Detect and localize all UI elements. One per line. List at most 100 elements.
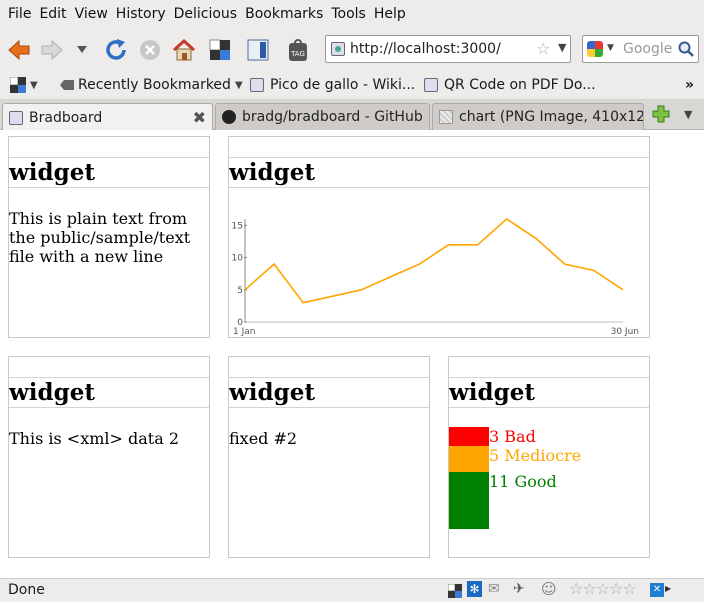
- history-dropdown[interactable]: [72, 36, 92, 64]
- face-icon[interactable]: ☺: [541, 580, 557, 598]
- menu-edit[interactable]: Edit: [35, 6, 70, 22]
- y-tick-label: 15: [232, 221, 243, 231]
- status-bar-segment: [449, 472, 489, 530]
- tag-button[interactable]: TAG: [284, 36, 312, 64]
- tab-github[interactable]: bradg/bradboard - GitHub: [215, 103, 430, 130]
- divider: [229, 187, 649, 188]
- snowflake-icon[interactable]: ✻: [467, 581, 482, 597]
- search-input[interactable]: Google: [623, 41, 672, 57]
- widget-title: widget: [449, 379, 535, 406]
- delicious-logo-icon: [209, 39, 230, 60]
- bookmarks-overflow-button[interactable]: »: [685, 77, 694, 93]
- y-axis: 051015: [232, 219, 623, 328]
- home-icon: [172, 38, 196, 61]
- search-box[interactable]: ▼ Google: [582, 35, 699, 63]
- status-bar-segment: [449, 427, 489, 446]
- status-legend: 3 Bad 5 Mediocre 11 Good: [449, 427, 649, 530]
- tag-icon: TAG: [289, 39, 307, 61]
- url-text: http://localhost:3000/: [350, 41, 501, 57]
- bookmark-pico-de-gallo[interactable]: Pico de gallo - Wiki...: [250, 77, 415, 93]
- tab-label: chart (PNG Image, 410x12...: [459, 109, 644, 125]
- delicious-button[interactable]: [206, 36, 234, 64]
- divider: [229, 377, 429, 378]
- menu-view[interactable]: View: [71, 6, 112, 22]
- menu-help[interactable]: Help: [370, 6, 410, 22]
- bookmark-label: Recently Bookmarked: [78, 77, 231, 93]
- status-bar-segment: [449, 446, 489, 472]
- page-icon: [250, 78, 264, 92]
- widget-status: widget 3 Bad 5 Mediocre 11 Good: [448, 356, 650, 558]
- bug-icon[interactable]: ✈: [513, 581, 525, 597]
- divider: [9, 157, 209, 158]
- bookmark-label: Pico de gallo - Wiki...: [270, 77, 416, 93]
- divider: [229, 407, 429, 408]
- plus-icon: [652, 105, 670, 123]
- mail-icon[interactable]: ✉: [488, 581, 500, 597]
- bookmarks-toolbar: ▼ Recently Bookmarked ▼ Pico de gallo - …: [0, 72, 704, 100]
- tab-bar: Bradboard ✖ bradg/bradboard - GitHub cha…: [0, 100, 704, 131]
- home-button[interactable]: [170, 36, 198, 64]
- menu-bar: File Edit View History Delicious Bookmar…: [0, 0, 704, 28]
- delicious-bookmarks-menu[interactable]: ▼: [10, 77, 38, 93]
- status-legend-label: 3 Bad: [489, 427, 536, 446]
- status-bar: Done ✻ ✉ ✈ ☺ ☆☆☆☆☆ ✕ ▶: [0, 578, 704, 602]
- x-axis-labels: 1 Jan 30 Jun: [233, 327, 639, 337]
- tag-small-icon: [60, 80, 74, 90]
- x-tick-label: 30 Jun: [611, 327, 639, 337]
- dropdown-triangle-icon: ▼: [234, 79, 243, 91]
- stop-icon: [140, 40, 160, 60]
- expand-arrow-icon[interactable]: ▶: [665, 584, 671, 593]
- x-tick-label: 1 Jan: [233, 327, 255, 337]
- search-icon[interactable]: [678, 41, 694, 57]
- menu-history[interactable]: History: [112, 6, 170, 22]
- stop-button[interactable]: [136, 36, 164, 64]
- site-icon: [331, 42, 345, 56]
- widget-title: widget: [9, 159, 95, 186]
- line-chart: 051015 1 Jan 30 Jun: [232, 217, 639, 337]
- menu-file[interactable]: File: [4, 6, 35, 22]
- tab-bradboard[interactable]: Bradboard ✖: [2, 103, 213, 131]
- svg-text:TAG: TAG: [290, 50, 305, 58]
- xmarks-icon[interactable]: ✕: [650, 583, 664, 597]
- back-button[interactable]: [5, 36, 33, 64]
- delicious-small-icon: [10, 77, 26, 93]
- tab-label: Bradboard: [29, 109, 103, 126]
- divider: [449, 377, 649, 378]
- divider: [9, 187, 209, 188]
- rating-stars-icon[interactable]: ☆☆☆☆☆: [569, 579, 637, 598]
- close-tab-icon[interactable]: ✖: [193, 108, 206, 127]
- bookmark-sidebar-icon: [247, 39, 269, 61]
- widget-chart: widget 0 5 10 15 1 Jan 30 Jun: [228, 136, 650, 338]
- bookmark-recently-bookmarked[interactable]: Recently Bookmarked ▼: [60, 77, 243, 93]
- reload-button[interactable]: [102, 36, 130, 64]
- tab-chart-png[interactable]: chart (PNG Image, 410x12...: [432, 103, 644, 130]
- forward-button[interactable]: [38, 36, 66, 64]
- delicious-status-icon[interactable]: [448, 584, 462, 598]
- menu-delicious[interactable]: Delicious: [170, 6, 242, 22]
- bookmark-label: QR Code on PDF Do...: [444, 77, 596, 93]
- new-tab-button[interactable]: [652, 105, 670, 123]
- bookmark-sidebar-button[interactable]: [244, 36, 272, 64]
- status-legend-label: 11 Good: [489, 472, 557, 491]
- y-tick-label: 10: [232, 254, 244, 264]
- page-icon: [9, 110, 23, 125]
- widget-text: widget This is plain text from the publi…: [8, 136, 210, 338]
- tab-label: bradg/bradboard - GitHub: [242, 109, 423, 125]
- image-icon: [439, 110, 453, 124]
- menu-tools[interactable]: Tools: [327, 6, 370, 22]
- search-engine-dropdown-icon[interactable]: ▼: [607, 43, 614, 53]
- google-engine-icon[interactable]: [587, 41, 603, 57]
- url-dropdown-icon[interactable]: ▼: [558, 41, 566, 54]
- dropdown-triangle-icon: [77, 46, 87, 53]
- dropdown-triangle-icon: ▼: [30, 79, 38, 91]
- github-icon: [222, 110, 236, 124]
- widget-body: This is plain text from the public/sampl…: [9, 209, 191, 266]
- url-bar[interactable]: http://localhost:3000/ ☆ ▼: [325, 35, 571, 63]
- bookmark-qr-code-pdf[interactable]: QR Code on PDF Do...: [424, 77, 596, 93]
- widget-title: widget: [229, 379, 315, 406]
- menu-bookmarks[interactable]: Bookmarks: [241, 6, 327, 22]
- y-tick-label: 5: [237, 286, 243, 296]
- widget-fixed: widget fixed #2: [228, 356, 430, 558]
- tab-list-button[interactable]: ▼: [684, 108, 692, 121]
- bookmark-star-icon[interactable]: ☆: [536, 39, 550, 58]
